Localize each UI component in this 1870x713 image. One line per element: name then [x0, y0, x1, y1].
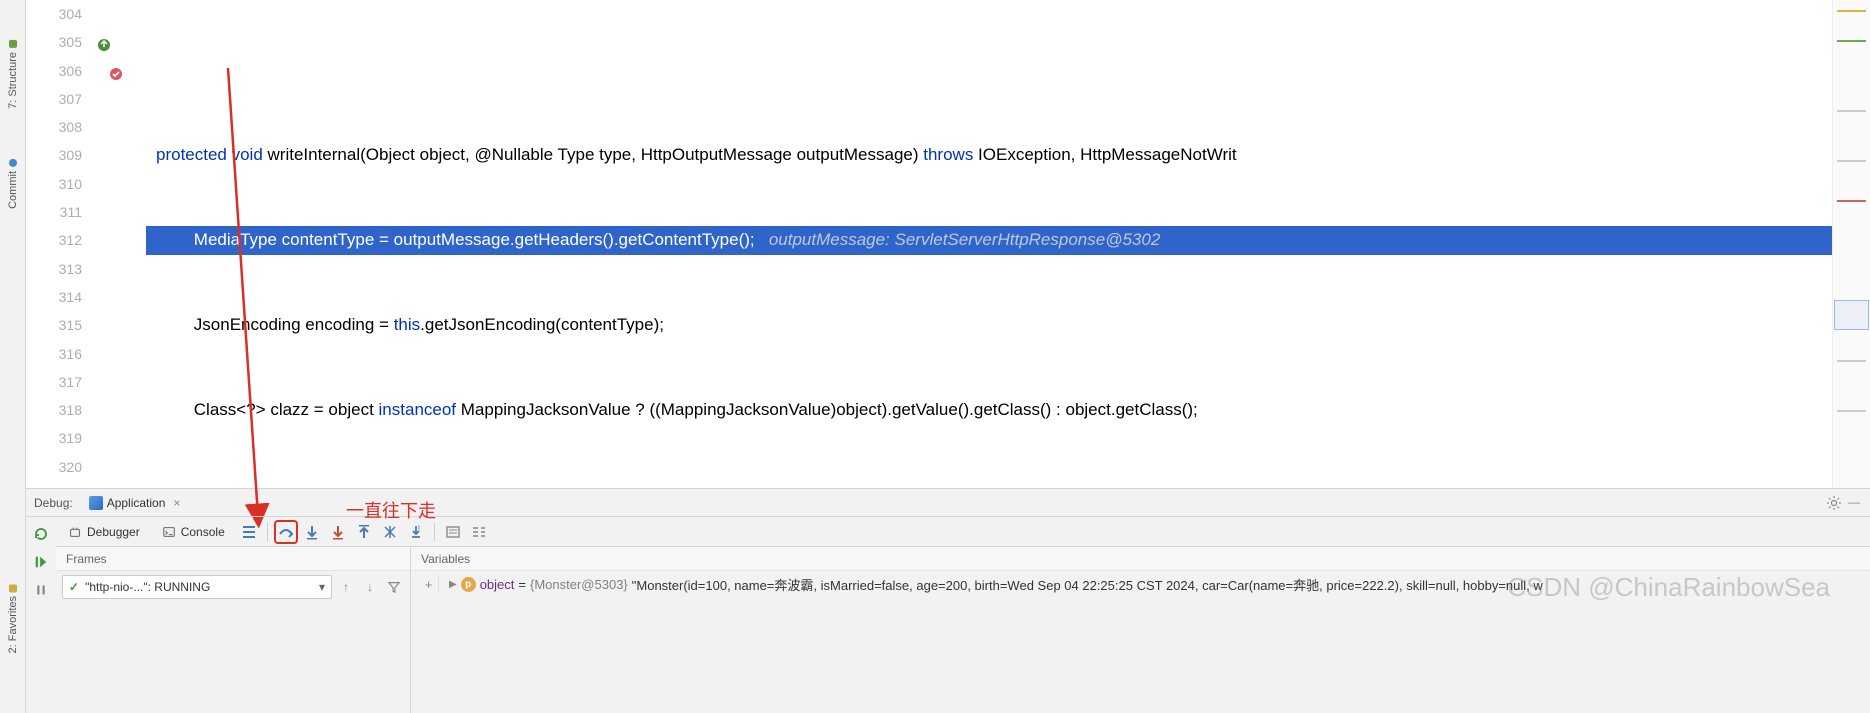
code-line-current: MediaType contentType = outputMessage.ge… — [146, 226, 1832, 254]
hide-icon[interactable]: — — [1848, 495, 1864, 511]
line-number: 311 — [60, 204, 82, 220]
svg-text:I: I — [418, 525, 420, 532]
line-number: 305 — [59, 34, 82, 50]
step-over-button[interactable] — [274, 520, 298, 544]
run-config[interactable]: Application × — [83, 494, 191, 512]
frames-header: Frames — [56, 547, 410, 571]
line-number: 304 — [59, 6, 82, 22]
debug-toolbar: Debugger Console I — [56, 517, 1870, 547]
code-line: ObjectMapper objectMapper = this.selectO… — [146, 481, 1832, 488]
tab-console-label: Console — [181, 525, 225, 539]
annotation-label: 一直往下走 — [346, 497, 436, 523]
code-pane[interactable]: protected void writeInternal(Object obje… — [146, 0, 1832, 488]
tab-debugger-label: Debugger — [87, 525, 140, 539]
code-line: JsonEncoding encoding = this.getJsonEnco… — [146, 311, 1832, 339]
step-into-button[interactable] — [300, 520, 324, 544]
line-number: 318 — [59, 402, 82, 418]
favorites-icon — [9, 584, 17, 592]
line-number: 312 — [59, 232, 82, 248]
separator — [267, 523, 268, 541]
variable-row[interactable]: + ▶ p object = {Monster@5303} "Monster(i… — [411, 571, 1870, 597]
console-icon — [162, 525, 176, 539]
threads-button[interactable] — [237, 520, 261, 544]
frames-pane: Frames ✓ "http-nio-...": RUNNING ▾ ↑ ↓ — [56, 547, 411, 713]
close-icon[interactable]: × — [169, 496, 184, 510]
application-icon — [89, 496, 103, 510]
line-number: 310 — [59, 176, 82, 192]
force-step-into-button[interactable] — [326, 520, 350, 544]
tab-debugger[interactable]: Debugger — [58, 521, 150, 543]
favorites-tab[interactable]: 2: Favorites — [5, 574, 21, 663]
debugger-icon — [68, 525, 82, 539]
structure-tab[interactable]: 7: Structure — [5, 30, 21, 119]
line-number: 316 — [59, 346, 82, 362]
debug-side-toolbar — [26, 517, 56, 713]
minimap[interactable] — [1832, 0, 1870, 488]
commit-tab-label: Commit — [7, 171, 19, 209]
debug-body: Frames ✓ "http-nio-...": RUNNING ▾ ↑ ↓ — [56, 547, 1870, 713]
rerun-button[interactable] — [30, 523, 52, 545]
thread-select[interactable]: ✓ "http-nio-...": RUNNING ▾ — [62, 575, 332, 599]
code-line: protected void writeInternal(Object obje… — [146, 141, 1832, 169]
parameter-badge-icon: p — [461, 577, 476, 592]
commit-icon — [9, 159, 17, 167]
separator — [434, 523, 435, 541]
code-line: Class<?> clazz = object instanceof Mappi… — [146, 396, 1832, 424]
line-number: 306 — [59, 63, 82, 79]
run-config-label: Application — [107, 496, 166, 510]
prev-frame-button[interactable]: ↑ — [336, 577, 356, 597]
pause-button[interactable] — [30, 579, 52, 601]
variables-header: Variables — [411, 547, 1870, 571]
structure-tab-label: 7: Structure — [7, 52, 19, 109]
line-number: 307 — [59, 91, 82, 107]
evaluate-button[interactable] — [441, 520, 465, 544]
line-number: 320 — [59, 459, 82, 475]
editor-area: 304 305 306 307 308 309 310 311 312 313 … — [26, 0, 1870, 488]
tab-console[interactable]: Console — [152, 521, 235, 543]
inline-debug-hint: outputMessage: ServletServerHttpResponse… — [769, 230, 1160, 249]
breakpoint-icon[interactable] — [108, 63, 124, 79]
check-icon: ✓ — [69, 580, 79, 594]
trace-button[interactable] — [467, 520, 491, 544]
variable-value: "Monster(id=100, name=奔波霸, isMarried=fal… — [632, 575, 1543, 594]
line-number: 319 — [59, 430, 82, 446]
debug-panel: Debug: Application × — — [26, 488, 1870, 713]
line-number: 314 — [59, 289, 82, 305]
frames-controls: ✓ "http-nio-...": RUNNING ▾ ↑ ↓ — [56, 571, 410, 603]
add-watch-button[interactable]: + — [419, 574, 439, 594]
next-frame-button[interactable]: ↓ — [360, 577, 380, 597]
debug-header: Debug: Application × — — [26, 489, 1870, 517]
line-number: 313 — [59, 261, 82, 277]
step-out-button[interactable] — [352, 520, 376, 544]
line-number: 309 — [59, 147, 82, 163]
favorites-tab-label: 2: Favorites — [7, 596, 19, 653]
filter-button[interactable] — [384, 577, 404, 597]
code-line — [146, 57, 1832, 85]
run-to-cursor-button[interactable]: I — [404, 520, 428, 544]
gear-icon[interactable] — [1826, 495, 1842, 511]
line-number: 308 — [59, 119, 82, 135]
thread-label: "http-nio-...": RUNNING — [85, 580, 210, 594]
line-number: 317 — [59, 374, 82, 390]
variables-pane: Variables + ▶ p object = {Monster@5303} … — [411, 547, 1870, 713]
gutter[interactable]: 304 305 306 307 308 309 310 311 312 313 … — [26, 0, 146, 488]
commit-tab[interactable]: Commit — [5, 149, 21, 219]
variable-type: {Monster@5303} — [530, 577, 628, 592]
debug-label: Debug: — [34, 496, 73, 510]
drop-frame-button[interactable] — [378, 520, 402, 544]
structure-icon — [9, 40, 17, 48]
variable-name: object — [480, 577, 515, 592]
line-number: 315 — [59, 317, 82, 333]
resume-button[interactable] — [30, 551, 52, 573]
chevron-down-icon: ▾ — [319, 580, 325, 594]
expand-icon[interactable]: ▶ — [449, 579, 457, 590]
override-icon[interactable] — [96, 34, 112, 50]
left-tool-strip: 7: Structure Commit 2: Favorites — [0, 0, 26, 713]
